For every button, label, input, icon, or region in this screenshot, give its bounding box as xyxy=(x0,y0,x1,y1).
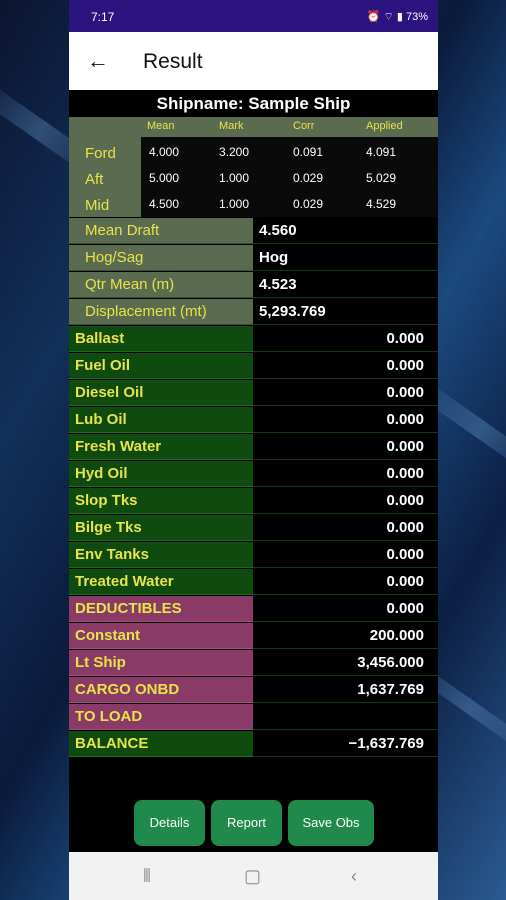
consumable-row-fuel-oil: Fuel Oil 0.000 xyxy=(69,353,438,379)
summary-row-hog-sag: Hog/Sag Hog xyxy=(69,245,438,271)
consumable-row-lub-oil: Lub Oil 0.000 xyxy=(69,407,438,433)
system-nav-bar: ⦀ ▢ ‹ xyxy=(69,852,438,900)
draft-row-label-ford: Ford xyxy=(85,145,116,162)
row-label: Fuel Oil xyxy=(69,353,253,379)
row-label: Env Tanks xyxy=(69,542,253,568)
status-bar: 7:17 ⏰ ⌔ ▮ 73% xyxy=(69,0,438,32)
row-label: Bilge Tks xyxy=(69,515,253,541)
draft-row-label-aft: Aft xyxy=(85,171,104,188)
balance-value: −1,637.769 xyxy=(253,731,438,757)
row-label: Diesel Oil xyxy=(69,380,253,406)
total-row-constant: Constant 200.000 xyxy=(69,623,438,649)
phone-screen: 7:17 ⏰ ⌔ ▮ 73% ← Result Shipname: Sample… xyxy=(69,0,438,900)
row-label: Ballast xyxy=(69,326,253,352)
shipname-label: Shipname: xyxy=(156,94,244,113)
row-label: DEDUCTIBLES xyxy=(69,596,253,622)
row-label: TO LOAD xyxy=(69,704,253,730)
summary-row-qtr-mean: Qtr Mean (m) 4.523 xyxy=(69,272,438,298)
draft-cell: 3.200 xyxy=(219,145,250,159)
row-value: 4.523 xyxy=(253,272,438,298)
draft-cell: 4.091 xyxy=(366,145,397,159)
consumable-row-treated-water: Treated Water 0.000 xyxy=(69,569,438,595)
row-label: Mean Draft xyxy=(69,218,253,244)
row-label: Lt Ship xyxy=(69,650,253,676)
row-label: Fresh Water xyxy=(69,434,253,460)
draft-cell: 1.000 xyxy=(219,197,250,211)
draft-header-corr: Corr xyxy=(293,120,315,132)
consumable-row-diesel-oil: Diesel Oil 0.000 xyxy=(69,380,438,406)
row-value: 3,456.000 xyxy=(253,650,438,676)
row-value: 0.000 xyxy=(253,353,438,379)
row-label: Qtr Mean (m) xyxy=(69,272,253,298)
row-value xyxy=(253,704,438,730)
consumable-row-env-tanks: Env Tanks 0.000 xyxy=(69,542,438,568)
row-value: 4.560 xyxy=(253,218,438,244)
consumable-row-bilge-tks: Bilge Tks 0.000 xyxy=(69,515,438,541)
draft-cell: 0.029 xyxy=(293,197,324,211)
row-value: Hog xyxy=(253,245,438,271)
consumable-row-fresh-water: Fresh Water 0.000 xyxy=(69,434,438,460)
shipname-row: Shipname: Sample Ship xyxy=(69,90,438,117)
row-value: 1,637.769 xyxy=(253,677,438,703)
row-value: 5,293.769 xyxy=(253,299,438,325)
row-value: 0.000 xyxy=(253,407,438,433)
row-value: 200.000 xyxy=(253,623,438,649)
draft-cell: 5.029 xyxy=(366,171,397,185)
draft-header-applied: Applied xyxy=(366,120,403,132)
row-label: CARGO ONBD xyxy=(69,677,253,703)
row-label: Hog/Sag xyxy=(69,245,253,271)
save-obs-button[interactable]: Save Obs xyxy=(288,800,374,846)
row-label: Hyd Oil xyxy=(69,461,253,487)
row-label: Treated Water xyxy=(69,569,253,595)
summary-row-mean-draft: Mean Draft 4.560 xyxy=(69,218,438,244)
total-row-lt-ship: Lt Ship 3,456.000 xyxy=(69,650,438,676)
draft-cell: 5.000 xyxy=(149,171,180,185)
consumable-row-slop-tks: Slop Tks 0.000 xyxy=(69,488,438,514)
consumable-row-ballast: Ballast 0.000 xyxy=(69,326,438,352)
row-value: 0.000 xyxy=(253,569,438,595)
draft-cell: 0.091 xyxy=(293,145,324,159)
row-value: 0.000 xyxy=(253,434,438,460)
status-icons: ⏰ ⌔ ▮ 73% xyxy=(366,11,428,23)
back-arrow-icon[interactable]: ← xyxy=(87,48,109,74)
home-icon[interactable]: ▢ xyxy=(244,866,261,887)
balance-label: BALANCE xyxy=(69,731,253,757)
total-row-to-load: TO LOAD xyxy=(69,704,438,730)
draft-cell: 0.029 xyxy=(293,171,324,185)
consumable-row-hyd-oil: Hyd Oil 0.000 xyxy=(69,461,438,487)
total-row-deductibles: DEDUCTIBLES 0.000 xyxy=(69,596,438,622)
row-value: 0.000 xyxy=(253,488,438,514)
row-label: Constant xyxy=(69,623,253,649)
row-value: 0.000 xyxy=(253,380,438,406)
summary-row-displacement: Displacement (mt) 5,293.769 xyxy=(69,299,438,325)
row-label: Displacement (mt) xyxy=(69,299,253,325)
draft-cell: 4.529 xyxy=(366,197,397,211)
draft-cell: 1.000 xyxy=(219,171,250,185)
draft-header-mark: Mark xyxy=(219,120,244,132)
draft-row-label-mid: Mid xyxy=(85,197,110,214)
report-button[interactable]: Report xyxy=(211,800,282,846)
draft-header-mean: Mean xyxy=(147,120,175,132)
nav-back-icon[interactable]: ‹ xyxy=(351,866,357,887)
balance-row: BALANCE −1,637.769 xyxy=(69,731,438,757)
row-value: 0.000 xyxy=(253,542,438,568)
row-label: Lub Oil xyxy=(69,407,253,433)
row-value: 0.000 xyxy=(253,596,438,622)
total-row-cargo-onbd: CARGO ONBD 1,637.769 xyxy=(69,677,438,703)
row-value: 0.000 xyxy=(253,461,438,487)
shipname-value: Sample Ship xyxy=(248,94,351,113)
draft-cell: 4.000 xyxy=(149,145,180,159)
page-title: Result xyxy=(143,50,203,73)
app-bar: ← Result xyxy=(69,32,438,90)
draft-grid: Mean Mark Corr Applied Ford Aft Mid 4.00… xyxy=(69,117,438,217)
row-label: Slop Tks xyxy=(69,488,253,514)
details-button[interactable]: Details xyxy=(134,800,205,846)
draft-cell: 4.500 xyxy=(149,197,180,211)
action-buttons: Details Report Save Obs xyxy=(69,800,438,848)
recent-apps-icon[interactable]: ⦀ xyxy=(143,866,151,887)
row-value: 0.000 xyxy=(253,515,438,541)
status-time: 7:17 xyxy=(91,10,115,24)
row-value: 0.000 xyxy=(253,326,438,352)
